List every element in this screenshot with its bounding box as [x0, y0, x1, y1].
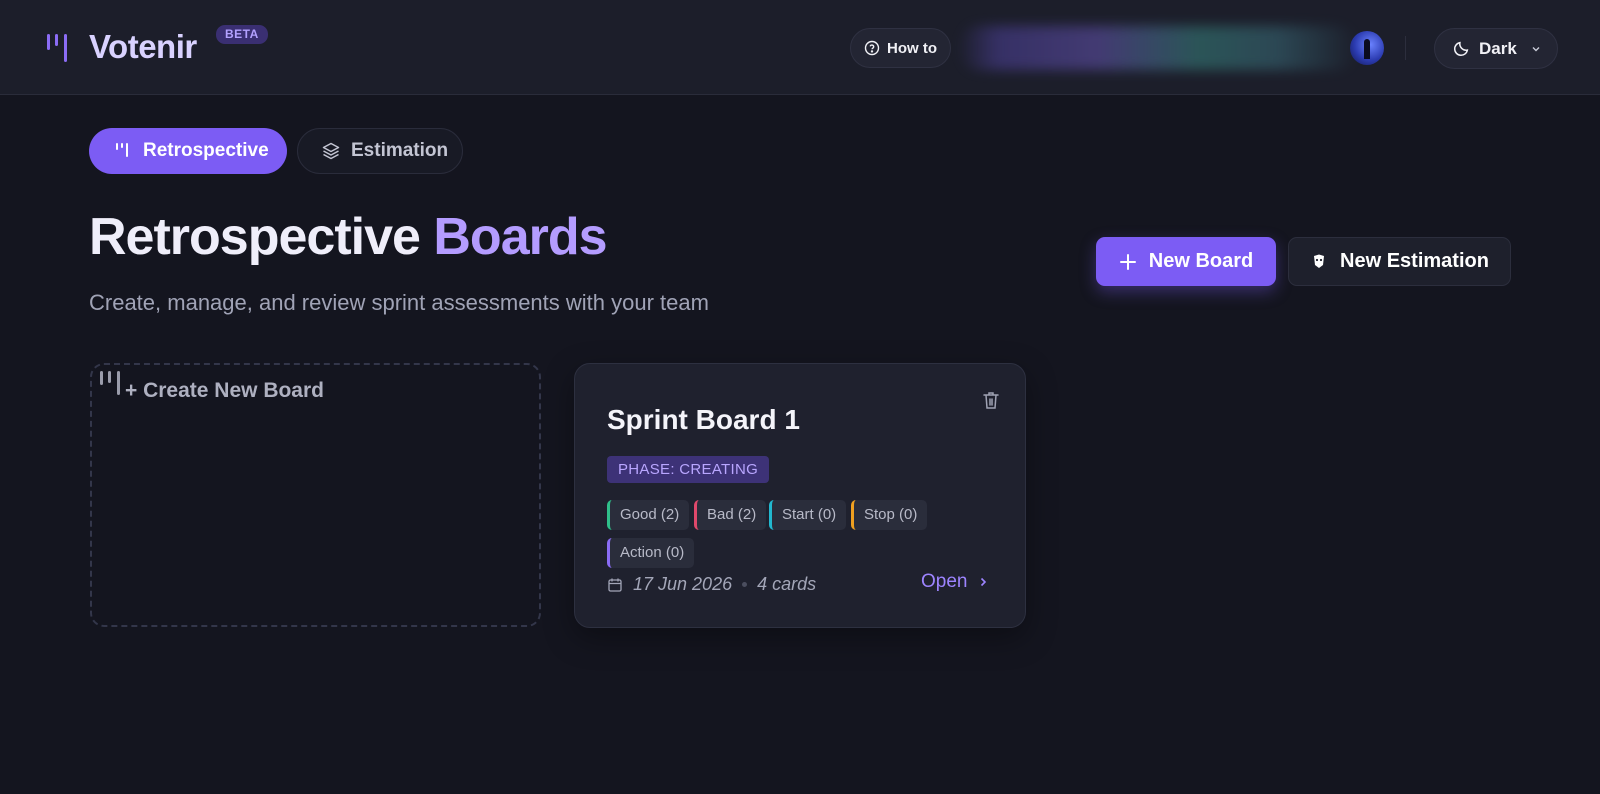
theme-selector[interactable]: Dark — [1434, 28, 1558, 69]
header-divider — [1405, 36, 1406, 60]
meta-separator — [742, 582, 748, 587]
category-chip-start: Start (0) — [769, 500, 847, 530]
cards-icon — [1314, 254, 1325, 268]
board-title: Sprint Board 1 — [607, 404, 800, 435]
phase-badge: PHASE: CREATING — [607, 456, 770, 483]
create-new-board-label: + Create New Board — [125, 379, 324, 402]
top-header: Votenir BETA How to Dark — [0, 0, 1600, 95]
calendar-icon — [608, 578, 622, 592]
tab-retrospective[interactable]: Retrospective — [89, 128, 287, 174]
chevron-right-icon — [981, 577, 987, 587]
board-meta: 17 Jun 2026 4 cards — [607, 574, 816, 595]
create-new-board-card[interactable]: + Create New Board — [90, 363, 541, 627]
open-label: Open — [921, 571, 968, 592]
how-to-button[interactable]: How to — [850, 28, 951, 68]
theme-label: Dark — [1479, 38, 1517, 58]
board-date: 17 Jun 2026 — [633, 574, 733, 594]
page-title-part1: Retrospective — [89, 208, 421, 266]
tab-estimation[interactable]: Estimation — [297, 128, 463, 174]
new-board-label: New Board — [1148, 250, 1254, 272]
page-title: Retrospective Boards — [89, 207, 608, 267]
trash-icon[interactable] — [982, 390, 1000, 410]
tab-estimation-label: Estimation — [351, 140, 449, 161]
plus-icon — [1119, 253, 1136, 270]
beta-badge: BETA — [216, 25, 268, 44]
how-to-label: How to — [887, 39, 937, 57]
layers-icon — [322, 142, 340, 160]
tab-retrospective-label: Retrospective — [143, 140, 269, 161]
category-chip-stop: Stop (0) — [851, 500, 928, 530]
retro-icon — [98, 371, 124, 397]
logo-icon — [44, 34, 70, 64]
new-board-button[interactable]: New Board — [1096, 237, 1276, 286]
chevron-down-icon — [1532, 46, 1540, 51]
category-chip-action: Action (0) — [607, 538, 695, 568]
category-chip-bad: Bad (2) — [694, 500, 767, 530]
new-estimation-label: New Estimation — [1340, 250, 1489, 272]
board-card[interactable]: Sprint Board 1 PHASE: CREATING Good (2) … — [574, 363, 1026, 628]
new-estimation-button[interactable]: New Estimation — [1288, 237, 1511, 286]
page-subtitle: Create, manage, and review sprint assess… — [89, 290, 709, 315]
moon-icon — [1454, 41, 1469, 56]
help-circle-icon — [864, 40, 880, 56]
retro-icon — [116, 143, 128, 157]
category-chip-good: Good (2) — [607, 500, 690, 530]
avatar[interactable] — [1350, 31, 1384, 65]
open-board-link[interactable]: Open — [921, 571, 989, 593]
board-card-count: 4 cards — [757, 574, 817, 594]
user-info-blurred — [958, 26, 1358, 70]
app-name: Votenir — [89, 28, 197, 65]
page-title-part2: Boards — [433, 208, 607, 266]
